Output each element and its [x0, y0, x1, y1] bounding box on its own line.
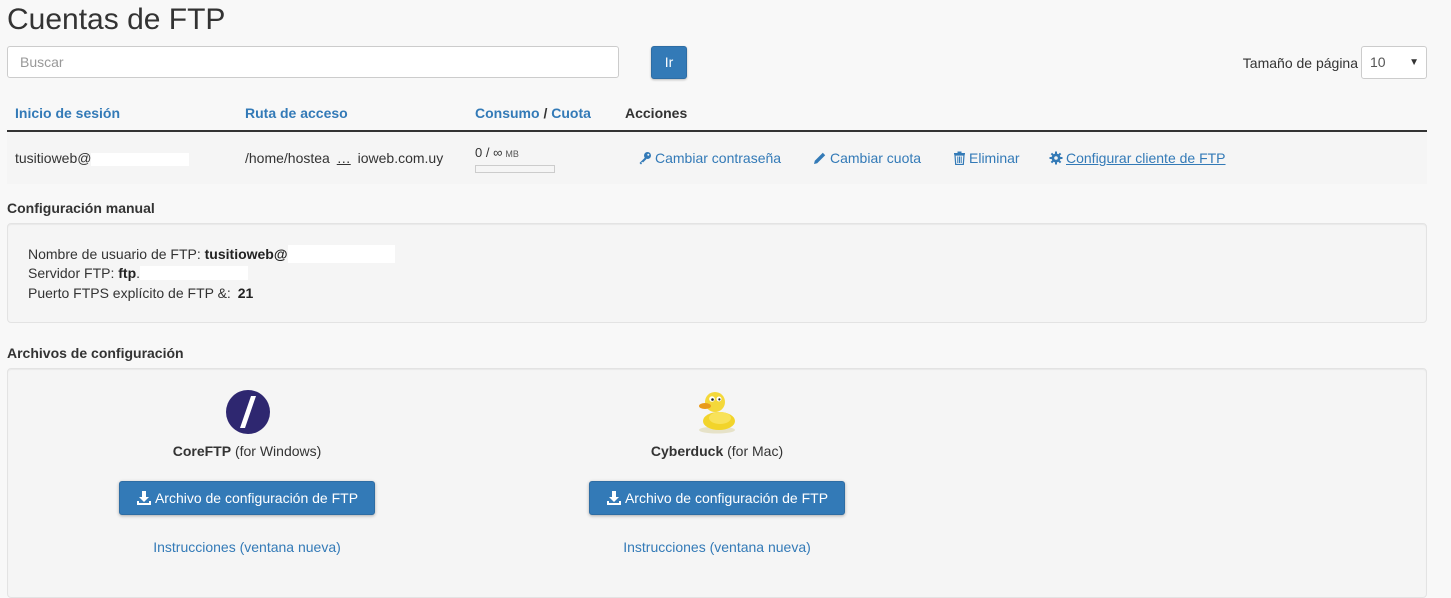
cyberduck-logo-icon	[694, 387, 740, 440]
manual-username-line: Nombre de usuario de FTP: tusitioweb@	[28, 245, 395, 263]
change-quota-label: Cambiar cuota	[830, 150, 922, 166]
column-header-login[interactable]: Inicio de sesión	[15, 105, 120, 121]
manual-server-value: ftp	[118, 265, 137, 281]
cyberduck-instructions-link[interactable]: Instrucciones (ventana nueva)	[587, 539, 847, 555]
column-header-usage[interactable]: Consumo	[475, 105, 540, 121]
manual-port-label: Puerto FTPS explícito de FTP &:	[28, 285, 231, 301]
download-icon	[136, 491, 151, 505]
page-size-select[interactable]: 10 ▼	[1361, 46, 1427, 79]
cyberduck-name-label: Cyberduck	[650, 443, 724, 459]
ftp-path-start: /home/hostea	[245, 150, 330, 166]
ftp-path-end: ioweb.com.uy	[357, 150, 444, 166]
cyberduck-name: Cyberduck (for Mac)	[587, 443, 847, 459]
coreftp-name-label: CoreFTP	[172, 443, 232, 459]
manual-username-label: Nombre de usuario de FTP:	[28, 246, 201, 262]
manual-port-value: 21	[237, 285, 254, 301]
coreftp-instructions-link[interactable]: Instrucciones (ventana nueva)	[117, 539, 377, 555]
column-header-quota[interactable]: Cuota	[551, 105, 591, 121]
manual-port-line: Puerto FTPS explícito de FTP &: 21	[28, 285, 253, 301]
download-icon	[606, 491, 621, 505]
manual-config-title: Configuración manual	[7, 200, 155, 216]
manual-username-value: tusitioweb@	[204, 246, 288, 262]
page-size-value: 10	[1370, 54, 1386, 70]
config-files-title: Archivos de configuración	[7, 345, 184, 361]
trash-icon	[953, 151, 966, 168]
delete-link[interactable]: Eliminar	[953, 150, 1020, 168]
page-size-label: Tamaño de página	[1242, 55, 1358, 71]
redaction-block	[91, 152, 190, 166]
manual-server-label: Servidor FTP:	[28, 265, 115, 281]
usage-unit: MB	[505, 149, 519, 159]
change-quota-link[interactable]: Cambiar cuota	[813, 150, 921, 168]
change-password-link[interactable]: Cambiar contraseña	[638, 150, 781, 168]
ftp-login: tusitioweb@	[15, 150, 92, 166]
path-expand-ellipsis[interactable]: …	[337, 150, 351, 166]
key-icon	[638, 151, 652, 168]
configure-ftp-client-link[interactable]: Configurar cliente de FTP	[1049, 150, 1226, 168]
manual-config-panel: Nombre de usuario de FTP: tusitioweb@ Se…	[7, 223, 1427, 323]
go-button[interactable]: Ir	[651, 46, 687, 79]
usage-progress-bar	[475, 165, 555, 173]
cyberduck-download-label: Archivo de configuración de FTP	[624, 490, 829, 506]
delete-label: Eliminar	[969, 150, 1020, 166]
column-header-usage-quota: Consumo / Cuota	[475, 105, 591, 121]
coreftp-logo-icon	[225, 389, 271, 440]
chevron-down-icon: ▼	[1409, 57, 1419, 68]
column-header-actions: Acciones	[625, 105, 688, 121]
usage-text: 0 / ∞ MB	[475, 145, 519, 160]
cyberduck-platform: (for Mac)	[727, 443, 784, 459]
coreftp-platform: (for Windows)	[234, 443, 322, 459]
usage-value: 0 / ∞	[475, 145, 503, 160]
ftp-login-cell: tusitioweb@	[15, 150, 190, 166]
search-input[interactable]	[7, 46, 619, 78]
manual-server-line: Servidor FTP: ftp.	[28, 265, 249, 281]
cyberduck-download-button[interactable]: Archivo de configuración de FTP	[589, 481, 845, 515]
ftp-path-cell: /home/hostea … ioweb.com.uy	[245, 150, 443, 166]
redaction-block	[140, 266, 249, 280]
change-password-label: Cambiar contraseña	[655, 150, 782, 166]
redaction-block	[287, 245, 395, 263]
gear-icon	[1049, 151, 1063, 168]
pencil-icon	[813, 151, 827, 168]
coreftp-name: CoreFTP (for Windows)	[117, 443, 377, 459]
column-header-path[interactable]: Ruta de acceso	[245, 105, 348, 121]
column-header-separator: /	[543, 105, 548, 121]
coreftp-download-label: Archivo de configuración de FTP	[154, 490, 359, 506]
page-title: Cuentas de FTP	[7, 3, 226, 36]
configure-ftp-client-label: Configurar cliente de FTP	[1066, 150, 1226, 166]
coreftp-download-button[interactable]: Archivo de configuración de FTP	[119, 481, 375, 515]
